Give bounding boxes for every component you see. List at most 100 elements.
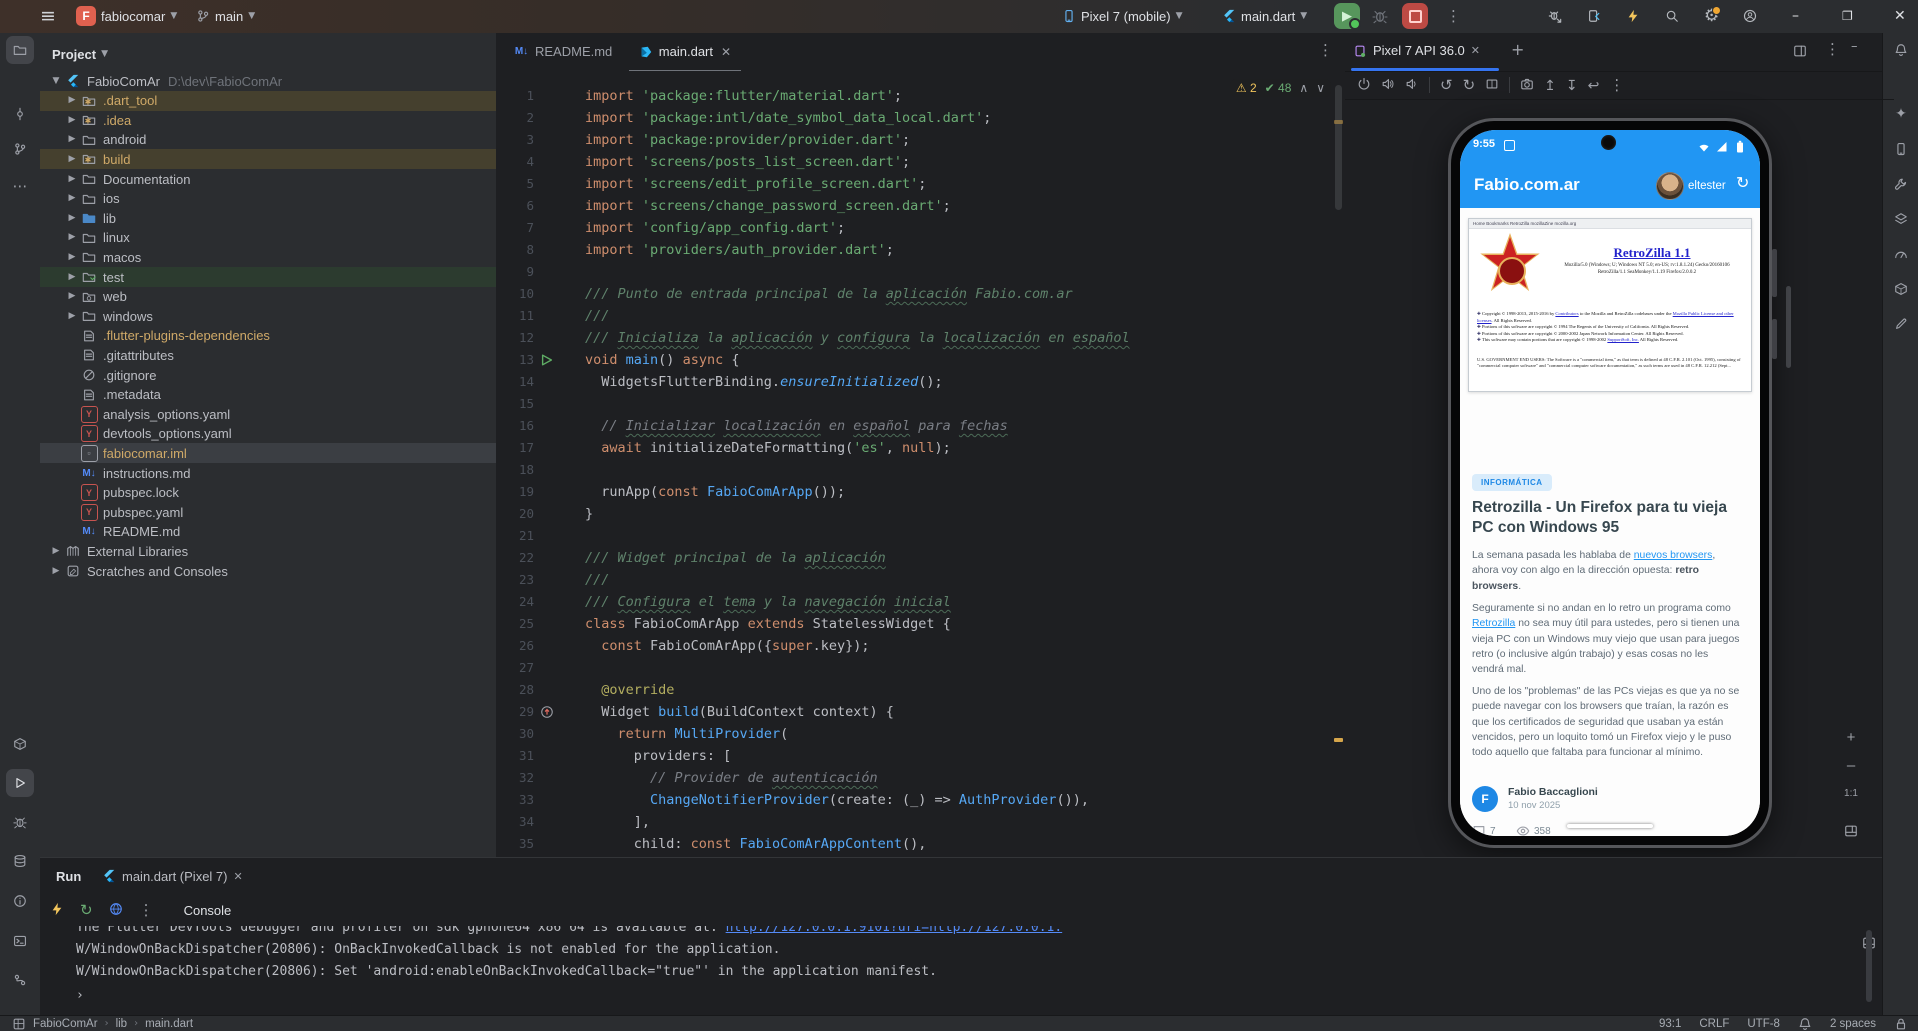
project-tool-icon[interactable] [6,36,34,64]
search-button[interactable] [1665,0,1679,32]
gesture-navigation-pill[interactable] [1567,824,1653,828]
new-tab-button[interactable]: + [1511,42,1524,58]
inline-link[interactable]: Contributors [1555,311,1578,316]
code-line-8[interactable]: 8 import 'providers/auth_provider.dart'; [496,239,1345,261]
build-tool-icon[interactable] [6,730,34,758]
gemini-ai-icon[interactable]: ✦ [1887,100,1915,128]
tree-item-web[interactable]: ▶ web [40,287,496,307]
code-line-10[interactable]: 10 /// Punto de entrada principal de la a… [496,283,1345,305]
code-line-7[interactable]: 7 import 'config/app_config.dart'; [496,217,1345,239]
code-line-23[interactable]: 23 /// [496,569,1345,591]
code-line-30[interactable]: 30 return MultiProvider( [496,723,1345,745]
code-line-35[interactable]: 35 child: const FabioComArAppContent(), [496,833,1345,855]
database-tool-icon[interactable] [6,847,34,875]
tree-item-macos[interactable]: ▶ macos [40,247,496,267]
refresh-icon[interactable]: ↻ [1736,175,1749,191]
panel-scrollbar[interactable] [1786,286,1791,368]
file-encoding[interactable]: UTF-8 [1747,1018,1780,1030]
close-icon[interactable]: ✕ [721,46,731,58]
tree-item-scratches-and-consoles[interactable]: ▶ Scratches and Consoles [40,561,496,581]
emulator-volume-up-button[interactable] [1381,77,1395,94]
expand-chevron-icon[interactable]: ▶ [64,194,80,203]
code-line-14[interactable]: 14 WidgetsFlutterBinding.ensureInitializ… [496,371,1345,393]
commit-tool-icon[interactable] [6,100,34,128]
breadcrumb[interactable]: FabioComAr › lib › main.dart [12,1016,193,1031]
code-line-4[interactable]: 4 import 'screens/posts_list_screen.dart'… [496,151,1345,173]
code-line-19[interactable]: 19 runApp(const FabioComArApp()); [496,481,1345,503]
code-line-21[interactable]: 21 [496,525,1345,547]
editor-tab-main.dart[interactable]: main.dart ✕ [628,33,742,73]
tree-item-documentation[interactable]: ▶ Documentation [40,169,496,189]
app-content[interactable]: Home Bookmarks RetroZilla mozillaZine mo… [1460,208,1760,836]
emulator-rotate-right-button[interactable]: ↻ [1463,77,1476,93]
close-icon[interactable]: ✕ [233,871,242,882]
code-line-27[interactable]: 27 [496,657,1345,679]
emulator-device-tab[interactable]: Pixel 7 API 36.0 ✕ [1353,33,1480,68]
breadcrumb-segment[interactable]: main.dart [145,1018,193,1030]
inline-link[interactable]: Retrozilla [1472,618,1515,629]
code-line-31[interactable]: 31 providers: [ [496,745,1345,767]
zoom-out-button[interactable]: – [1838,753,1864,777]
tree-item--flutter-plugins-dependencies[interactable]: .flutter-plugins-dependencies [40,326,496,346]
tree-item-windows[interactable]: ▶ windows [40,306,496,326]
main-menu-button[interactable]: ≡ [40,0,56,32]
tree-item-external-libraries[interactable]: ▶ External Libraries [40,541,496,561]
device-manager-icon[interactable] [1887,135,1915,163]
code-line-20[interactable]: 20} [496,503,1345,525]
window-close-button[interactable]: ✕ [1894,0,1906,32]
device-mirror-button[interactable] [1587,0,1601,32]
tree-item-pubspec-yaml[interactable]: Ypubspec.yaml [40,502,496,522]
code-line-24[interactable]: 24 /// Configura el tema y la navegación … [496,591,1345,613]
code-line-3[interactable]: 3 import 'package:provider/provider.dart'… [496,129,1345,151]
category-badge[interactable]: INFORMÁTICA [1472,474,1552,491]
tree-item--gitignore[interactable]: .gitignore [40,365,496,385]
tree-item-test[interactable]: ▶ test [40,267,496,287]
emulator-save-button[interactable]: ↧ [1566,78,1578,93]
code-line-6[interactable]: 6 import 'screens/change_password_screen.… [496,195,1345,217]
tree-item-android[interactable]: ▶ android [40,130,496,150]
assistant-icon[interactable] [1887,170,1915,198]
console-scrollbar[interactable] [1866,930,1872,1002]
code-line-2[interactable]: 2 import 'package:intl/date_symbol_data_l… [496,107,1345,129]
emulator-fold-button[interactable] [1485,77,1499,94]
tree-item-build[interactable]: ▶ ✱ build [40,149,496,170]
console-output[interactable]: The Flutter DevTools debugger and profil… [40,926,1882,1016]
code-editor[interactable]: ⚠ 2 ✔ 48 ∧ ∨ 1 import 'package:flutter/ma… [496,71,1345,857]
stop-button[interactable] [1402,0,1428,32]
vcs-branch-widget[interactable]: main ▼ [196,0,255,32]
code-line-26[interactable]: 26 const FabioComArApp({super.key}); [496,635,1345,657]
emulator-send-button[interactable]: ↥ [1544,78,1556,93]
expand-chevron-icon[interactable]: ▶ [64,174,80,184]
debug-tool-icon[interactable] [6,808,34,836]
expand-chevron-icon[interactable]: ▶ [64,135,80,144]
indent-setting[interactable]: 2 spaces [1830,1018,1876,1030]
expand-chevron-icon[interactable]: ▶ [64,96,80,105]
tree-item--metadata[interactable]: .metadata [40,385,496,405]
screenshot-button[interactable] [1838,819,1864,843]
tree-item--gitattributes[interactable]: .gitattributes [40,345,496,365]
expand-chevron-icon[interactable]: ▶ [64,292,80,301]
problems-tool-icon[interactable] [6,887,34,915]
emulator-more-button[interactable]: ⋮ [1609,77,1624,93]
tree-item-linux[interactable]: ▶ linux [40,228,496,248]
expand-chevron-icon[interactable]: ▶ [64,252,80,262]
notifications-icon[interactable] [1887,36,1915,64]
code-line-13[interactable]: 13 void main() async { [496,349,1345,371]
run-button[interactable]: ▶ [1334,0,1361,32]
debug-button[interactable] [1372,0,1388,32]
run-session-tab[interactable]: main.dart (Pixel 7) ✕ [102,858,243,894]
code-line-33[interactable]: 33 ChangeNotifierProvider(create: (_) =>… [496,789,1345,811]
expand-chevron-icon[interactable]: ▶ [64,311,80,321]
attach-debugger-button[interactable] [1548,0,1562,32]
run-configuration-selector[interactable]: main.dart ▼ [1222,0,1307,32]
hot-reload-bolt-button[interactable] [1626,0,1640,32]
emulator-camera-button[interactable] [1520,77,1534,94]
breadcrumb-segment[interactable]: lib [116,1018,128,1030]
emulator-rotate-left-button[interactable]: ↺ [1440,77,1453,93]
user-avatar[interactable] [1656,172,1684,200]
terminal-tool-icon[interactable] [6,927,34,955]
emulator-back-button[interactable]: ↩ [1588,78,1600,93]
profile-button[interactable] [1743,0,1757,32]
expand-chevron-icon[interactable]: ▶ [64,154,80,164]
tree-item-ios[interactable]: ▶ ios [40,189,496,209]
